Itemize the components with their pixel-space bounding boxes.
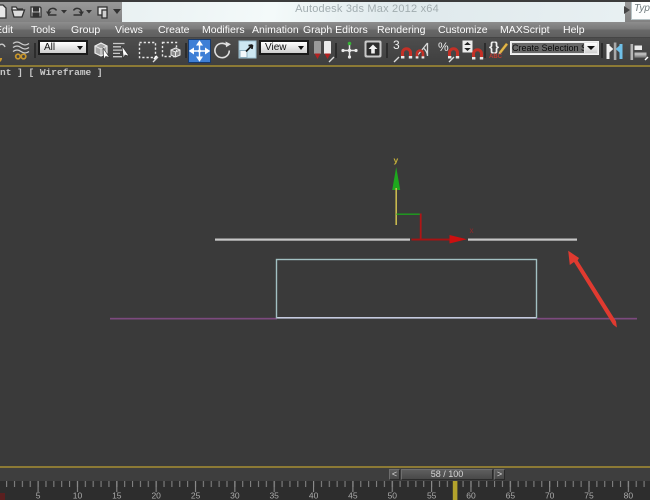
svg-text:35: 35 xyxy=(269,491,279,500)
svg-text:75: 75 xyxy=(584,491,594,500)
svg-text:20: 20 xyxy=(151,491,161,500)
svg-text:5: 5 xyxy=(36,491,41,500)
svg-text:10: 10 xyxy=(73,491,83,500)
svg-text:40: 40 xyxy=(309,491,319,500)
svg-text:50: 50 xyxy=(388,491,398,500)
svg-text:55: 55 xyxy=(427,491,437,500)
svg-text:y: y xyxy=(394,155,399,165)
svg-text:30: 30 xyxy=(230,491,240,500)
svg-text:45: 45 xyxy=(348,491,358,500)
svg-text:65: 65 xyxy=(506,491,516,500)
svg-text:x: x xyxy=(470,226,474,235)
svg-text:15: 15 xyxy=(112,491,122,500)
svg-text:70: 70 xyxy=(545,491,555,500)
svg-text:80: 80 xyxy=(624,491,634,500)
svg-text:60: 60 xyxy=(466,491,476,500)
svg-text:25: 25 xyxy=(191,491,201,500)
